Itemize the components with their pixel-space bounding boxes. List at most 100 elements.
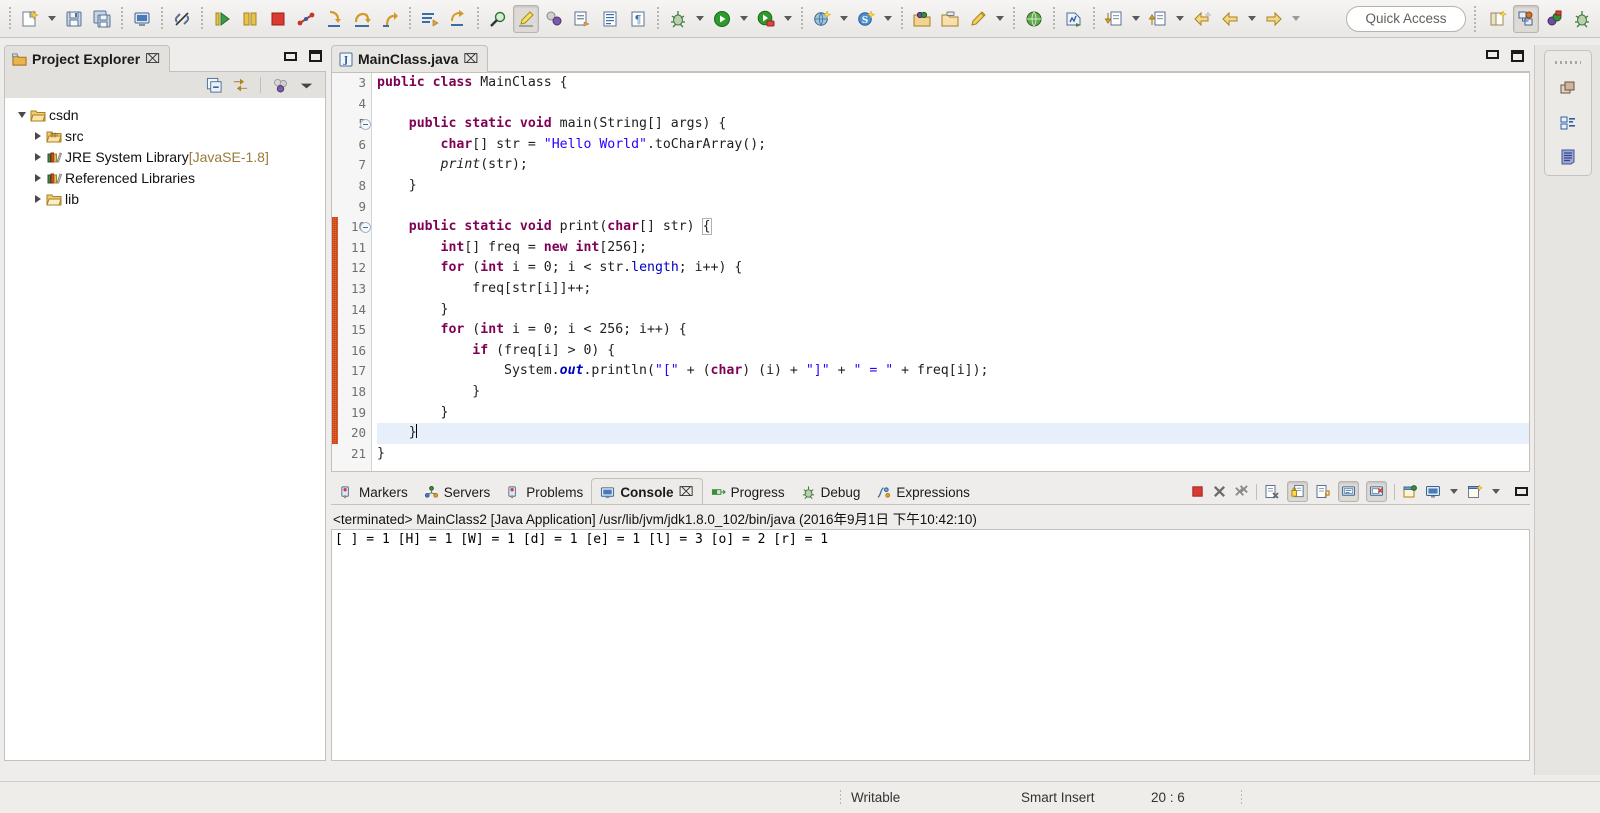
display-selected-console-icon[interactable] (1425, 484, 1441, 500)
code-line[interactable]: } (377, 444, 1529, 465)
next-annotation-icon[interactable] (445, 5, 471, 33)
tree-item-src[interactable]: src (5, 125, 325, 146)
quick-access-input[interactable]: Quick Access (1346, 5, 1466, 32)
code-area[interactable]: 3456789101112131415161718192021 public c… (332, 73, 1529, 471)
chevron-down-icon[interactable] (784, 16, 792, 21)
word-wrap-icon[interactable] (1315, 484, 1331, 500)
code-line[interactable]: } (377, 423, 1529, 444)
link-broken-icon[interactable] (169, 5, 195, 33)
terminate-icon[interactable] (265, 5, 291, 33)
tree-item-jre-system-library[interactable]: JRE System Library [JavaSE-1.8] (5, 146, 325, 167)
open-perspective-icon[interactable] (1485, 5, 1511, 33)
tree-item-lib[interactable]: lib (5, 188, 325, 209)
editor-body[interactable]: 3456789101112131415161718192021 public c… (331, 72, 1530, 472)
twisty-collapsed-icon[interactable] (31, 152, 45, 161)
new-package-icon[interactable] (909, 5, 935, 33)
skip-breakpoints-icon[interactable] (541, 5, 567, 33)
tab-problems[interactable]: Problems (498, 480, 591, 505)
minimize-icon[interactable] (1515, 487, 1528, 496)
collapse-all-icon[interactable] (206, 77, 223, 94)
close-icon[interactable]: ⌧ (679, 484, 694, 500)
maximize-icon[interactable] (309, 50, 322, 62)
code-line[interactable] (377, 197, 1529, 218)
new-annotation-icon[interactable] (965, 5, 991, 33)
chevron-down-icon[interactable] (696, 16, 704, 21)
chevron-down-icon[interactable] (740, 16, 748, 21)
tab-markers[interactable]: Markers (331, 480, 416, 505)
twisty-collapsed-icon[interactable] (31, 194, 45, 203)
outline-view-icon[interactable] (1559, 114, 1577, 132)
debug-icon[interactable] (665, 5, 691, 33)
clear-console-icon[interactable] (1264, 484, 1280, 500)
remove-launch-icon[interactable] (1212, 484, 1227, 499)
tab-servers[interactable]: Servers (416, 480, 499, 505)
code-line[interactable]: } (377, 300, 1529, 321)
restore-view-icon[interactable] (1559, 80, 1577, 98)
save-all-icon[interactable] (89, 5, 115, 33)
code-line[interactable] (377, 94, 1529, 115)
source-code[interactable]: public class MainClass { public static v… (372, 73, 1529, 471)
pin-console-icon[interactable] (1402, 484, 1418, 500)
code-line[interactable]: int[] freq = new int[256]; (377, 238, 1529, 259)
web-browser-icon[interactable] (1021, 5, 1047, 33)
tab-debug[interactable]: Debug (793, 480, 869, 505)
chevron-down-icon[interactable] (1248, 16, 1256, 21)
svn-update-icon[interactable] (1101, 5, 1127, 33)
twisty-expanded-icon[interactable] (15, 111, 29, 118)
link-with-editor-icon[interactable] (232, 77, 249, 94)
tree-item-referenced-libraries[interactable]: Referenced Libraries (5, 167, 325, 188)
chevron-down-icon[interactable] (996, 16, 1004, 21)
twisty-collapsed-icon[interactable] (31, 173, 45, 182)
chevron-down-icon[interactable] (1492, 489, 1500, 494)
tab-project-explorer[interactable]: Project Explorer ⌧ (4, 45, 171, 72)
tab-mainclass-java[interactable]: J MainClass.java ⌧ (331, 45, 489, 72)
new-web-project-icon[interactable] (809, 5, 835, 33)
code-line[interactable]: freq[str[i]]++; (377, 279, 1529, 300)
code-line[interactable]: public class MainClass { (377, 73, 1529, 94)
tab-expressions[interactable]: Expressions (868, 480, 978, 505)
tree-item-csdn[interactable]: csdn (5, 104, 325, 125)
resume-icon[interactable] (209, 5, 235, 33)
open-task-icon[interactable] (569, 5, 595, 33)
chevron-down-icon[interactable] (1292, 16, 1300, 21)
code-line[interactable]: } (377, 176, 1529, 197)
new-wizard-icon[interactable] (17, 5, 43, 33)
close-icon[interactable]: ⌧ (145, 51, 160, 67)
chevron-down-icon[interactable] (1132, 16, 1140, 21)
remove-all-terminated-icon[interactable] (1234, 484, 1249, 499)
view-menu-icon[interactable] (298, 77, 315, 94)
java-ee-perspective-icon[interactable] (1513, 4, 1539, 33)
suspend-icon[interactable] (237, 5, 263, 33)
disconnect-icon[interactable] (293, 5, 319, 33)
maximize-icon[interactable] (1511, 50, 1524, 62)
show-console-on-error-icon[interactable] (1366, 481, 1387, 502)
chevron-down-icon[interactable] (1450, 489, 1458, 494)
run-external-tools-icon[interactable] (753, 5, 779, 33)
debug-perspective-icon[interactable] (1569, 5, 1595, 33)
print-icon[interactable] (129, 5, 155, 33)
tab-progress[interactable]: Progress (703, 480, 793, 505)
code-line[interactable]: print(str); (377, 155, 1529, 176)
chevron-down-icon[interactable] (1176, 16, 1184, 21)
minimize-icon[interactable] (1486, 50, 1499, 59)
forward-icon[interactable] (1261, 5, 1287, 33)
marker-pen-icon[interactable] (513, 4, 539, 33)
svn-commit-icon[interactable] (1145, 5, 1171, 33)
minimize-icon[interactable] (284, 51, 297, 61)
task-list-view-icon[interactable] (1559, 148, 1577, 166)
editor-gutter[interactable]: 3456789101112131415161718192021 (332, 73, 372, 471)
step-over-icon[interactable] (349, 5, 375, 33)
code-line[interactable]: for (int i = 0; i < str.length; i++) { (377, 258, 1529, 279)
step-return-icon[interactable] (377, 5, 403, 33)
code-line[interactable]: System.out.println("[" + (char) (i) + "]… (377, 361, 1529, 382)
last-edit-location-icon[interactable] (1189, 5, 1215, 33)
step-into-icon[interactable] (321, 5, 347, 33)
code-line[interactable]: } (377, 382, 1529, 403)
drag-grip-icon[interactable] (1555, 61, 1581, 64)
chevron-down-icon[interactable] (884, 16, 892, 21)
code-line[interactable]: public static void main(String[] args) { (377, 114, 1529, 135)
pilcrow-icon[interactable]: ¶ (625, 5, 651, 33)
open-declaration-icon[interactable] (417, 5, 443, 33)
twisty-collapsed-icon[interactable] (31, 131, 45, 140)
tab-console[interactable]: Console ⌧ (591, 478, 703, 505)
